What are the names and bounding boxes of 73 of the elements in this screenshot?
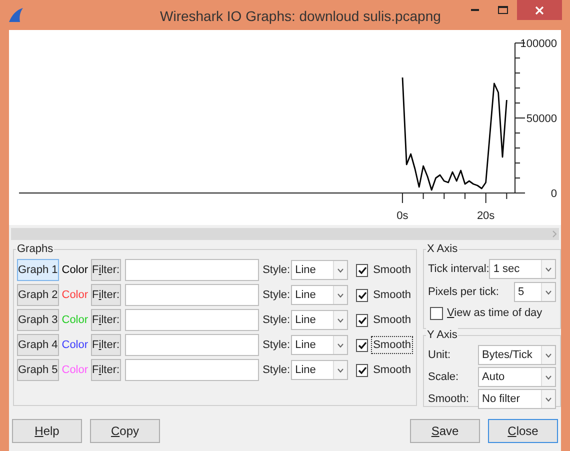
window-title: Wireshark IO Graphs: downloud sulis.pcapng — [160, 7, 441, 26]
dropdown[interactable]: Line — [291, 360, 348, 380]
dropdown[interactable]: Line — [291, 335, 348, 355]
filter-button[interactable]: Filter: — [91, 359, 121, 381]
dropdown[interactable]: 1 sec — [489, 259, 556, 279]
dialog-button[interactable]: Save — [410, 419, 480, 443]
field-label: Pixels per tick: — [428, 284, 500, 300]
group-title: Graphs — [16, 242, 54, 256]
graph-button[interactable]: Graph 5 — [17, 359, 59, 381]
filter-field[interactable] — [124, 359, 259, 381]
axis-label: 0 — [550, 188, 557, 200]
axis-label: 50000 — [526, 113, 557, 125]
filter-field[interactable] — [124, 309, 259, 331]
dropdown[interactable]: Line — [291, 310, 348, 330]
caret-icon[interactable] — [545, 396, 552, 402]
filter-button[interactable]: Filter: — [91, 309, 121, 331]
style-label: Style: — [262, 312, 290, 328]
filter-button[interactable]: Filter: — [91, 259, 121, 281]
dialog-button[interactable]: Close — [488, 419, 558, 443]
dropdown[interactable]: No filter — [478, 389, 556, 409]
checkbox[interactable] — [356, 338, 368, 352]
caret-icon[interactable] — [545, 374, 552, 380]
graph-button[interactable]: Graph 1 — [17, 259, 59, 281]
graph-button[interactable]: Graph 3 — [17, 309, 59, 331]
style-label: Style: — [262, 362, 290, 378]
field-label: Unit: — [428, 348, 452, 363]
style-label: Style: — [262, 262, 290, 278]
dialog-button[interactable]: Help — [12, 419, 82, 443]
field-label: Smooth: — [428, 392, 470, 407]
caret-icon[interactable] — [337, 368, 344, 372]
smooth-label[interactable]: Smooth — [371, 310, 413, 330]
color-label[interactable]: Color — [62, 336, 88, 354]
field-label: Scale: — [428, 370, 460, 385]
caret-icon[interactable] — [337, 268, 344, 272]
graph-button[interactable]: Graph 4 — [17, 334, 59, 356]
smooth-label[interactable]: Smooth — [371, 286, 413, 304]
fin-icon — [8, 7, 24, 23]
dropdown[interactable]: Bytes/Tick — [478, 345, 556, 365]
dropdown[interactable]: 5 — [514, 282, 556, 302]
dialog-button[interactable]: Copy — [90, 419, 160, 443]
scrollbar[interactable] — [11, 228, 559, 240]
axis-label: 20s — [476, 210, 495, 222]
checkbox[interactable] — [430, 306, 443, 320]
caret-icon[interactable] — [337, 292, 344, 298]
close-icon[interactable] — [517, 0, 562, 20]
smooth-label[interactable]: Smooth — [371, 360, 413, 380]
filter-button[interactable]: Filter: — [91, 284, 121, 306]
dropdown[interactable]: Line — [291, 260, 348, 280]
caret-icon[interactable] — [545, 290, 552, 294]
style-label: Style: — [262, 338, 290, 353]
checkbox[interactable] — [356, 288, 368, 302]
checkbox[interactable] — [356, 264, 368, 276]
caret-icon[interactable] — [545, 352, 552, 358]
caret-icon[interactable] — [337, 318, 344, 322]
checkbox[interactable] — [356, 364, 368, 376]
style-label: Style: — [262, 288, 290, 303]
caret-icon[interactable] — [337, 342, 344, 348]
caret-icon[interactable] — [545, 266, 552, 272]
color-label[interactable]: Color — [62, 262, 88, 278]
axis-label: 100000 — [520, 38, 557, 50]
field-label: Tick interval: — [428, 262, 490, 277]
filter-button[interactable]: Filter: — [91, 334, 121, 356]
dropdown[interactable]: Line — [291, 285, 348, 305]
filter-field[interactable] — [124, 259, 259, 281]
dropdown[interactable]: Auto — [478, 367, 556, 387]
filter-field[interactable] — [124, 284, 259, 306]
graph-button[interactable]: Graph 2 — [17, 284, 59, 306]
smooth-label[interactable]: Smooth — [371, 260, 413, 280]
checkbox-label[interactable]: View as time of day — [447, 305, 542, 322]
checkbox[interactable] — [356, 314, 368, 326]
axis-label: 0s — [396, 210, 408, 222]
smooth-label[interactable]: Smooth — [371, 336, 413, 354]
filter-field[interactable] — [124, 334, 259, 356]
